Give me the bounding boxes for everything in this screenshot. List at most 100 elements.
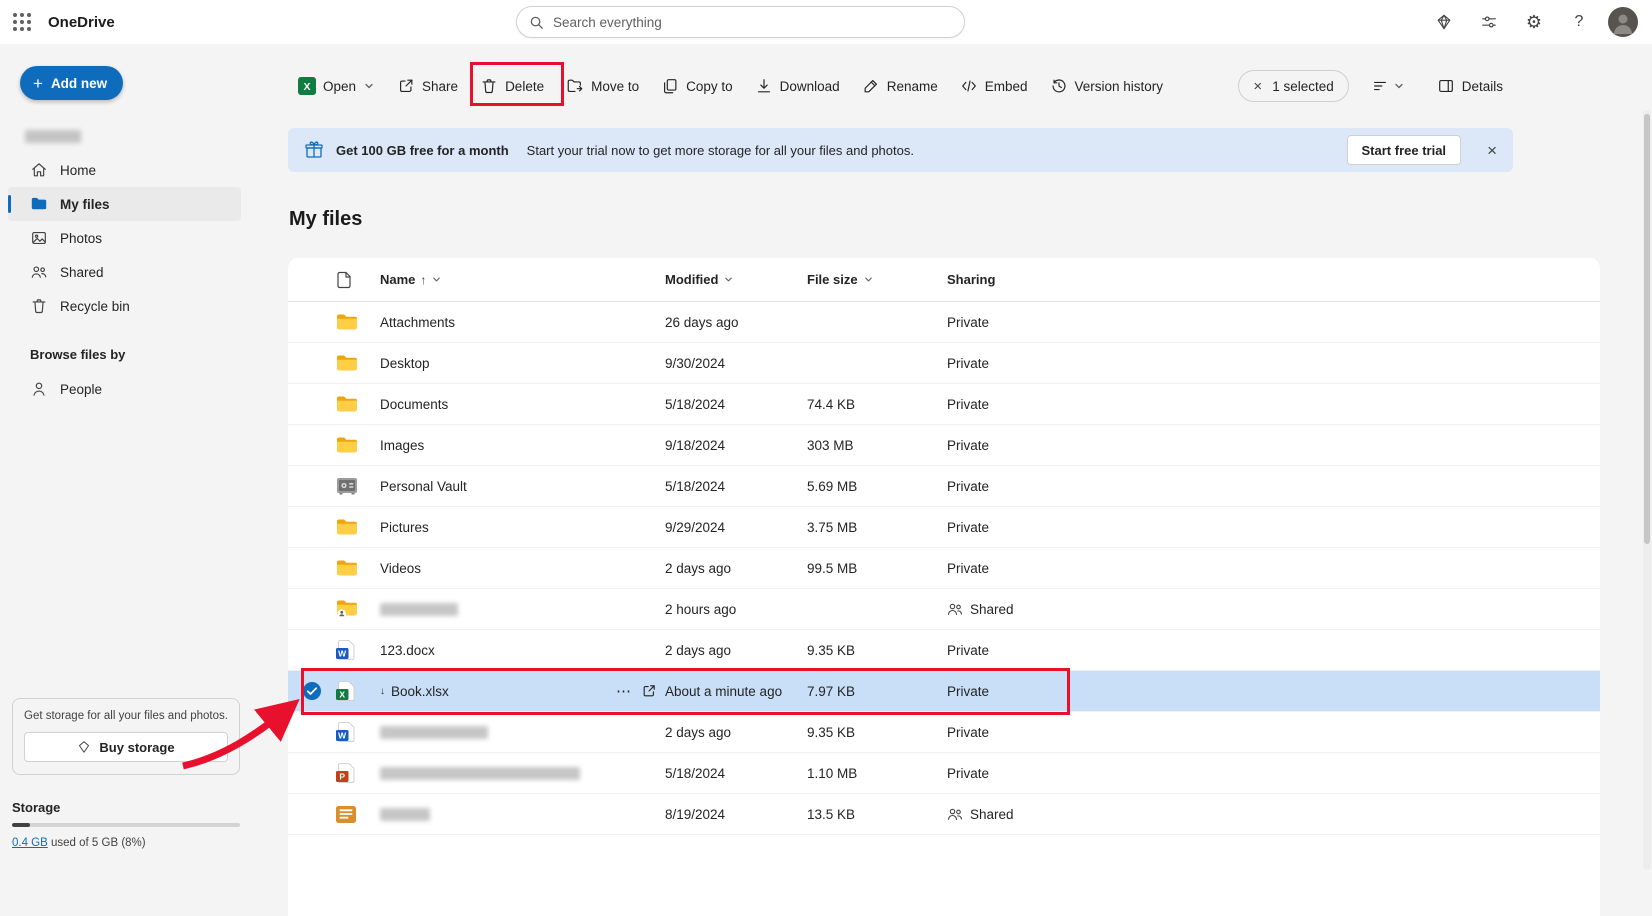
sharing-cell[interactable]: Private — [947, 643, 1600, 658]
file-name-cell[interactable]: Images — [380, 438, 665, 453]
table-row[interactable]: X ↓ Book.xlsx ⋯ About a minute ago 7.97 KB Pri… — [288, 671, 1600, 712]
trash-icon — [30, 297, 48, 315]
search-box[interactable] — [516, 6, 965, 38]
file-name-label: 123.docx — [380, 642, 435, 658]
column-header-file-size[interactable]: File size — [807, 272, 947, 287]
redacted-file-name — [380, 725, 488, 739]
row-checkbox[interactable] — [288, 681, 336, 701]
size-cell: 3.75 MB — [807, 519, 858, 535]
column-header-name[interactable]: Name ↑ — [380, 272, 442, 287]
table-row[interactable]: Pictures 9/29/2024 3.75 MB Private — [288, 507, 1600, 548]
modified-cell: 26 days ago — [665, 314, 739, 330]
file-name-cell[interactable] — [380, 725, 665, 739]
move-to-button[interactable]: Move to — [556, 66, 649, 106]
version-history-button[interactable]: Version history — [1040, 66, 1174, 106]
more-options-button[interactable]: ⋯ — [616, 684, 631, 699]
options-button[interactable] — [1473, 6, 1505, 38]
person-icon — [30, 380, 48, 398]
vertical-scrollbar[interactable] — [1643, 110, 1651, 870]
table-row[interactable]: 8/19/2024 13.5 KB Shared — [288, 794, 1600, 835]
gear-icon: ⚙ — [1525, 12, 1543, 32]
sharing-cell[interactable]: Shared — [947, 602, 1600, 617]
file-type-column-header[interactable] — [336, 271, 380, 289]
sort-view-button[interactable] — [1365, 66, 1411, 106]
banner-close-button[interactable]: × — [1487, 142, 1497, 159]
copy-to-button[interactable]: Copy to — [651, 66, 743, 106]
folder-icon — [336, 395, 380, 413]
sharing-cell[interactable]: Private — [947, 684, 1600, 699]
search-input[interactable] — [553, 14, 952, 30]
banner-subtitle: Start your trial now to get more storage… — [526, 142, 914, 158]
size-cell: 5.69 MB — [807, 478, 858, 494]
sharing-cell[interactable]: Private — [947, 315, 1600, 330]
app-launcher-button[interactable] — [0, 0, 44, 44]
word-icon: W — [336, 722, 380, 742]
clear-selection-button[interactable]: × 1 selected — [1238, 70, 1349, 102]
details-button[interactable]: Details — [1427, 66, 1513, 106]
file-name-cell[interactable]: Pictures — [380, 520, 665, 535]
sidebar-item-photos[interactable]: Photos — [8, 221, 241, 255]
file-name-cell[interactable]: Videos — [380, 561, 665, 576]
table-row[interactable]: W 2 days ago 9.35 KB Private — [288, 712, 1600, 753]
sidebar-item-recycle-bin[interactable]: Recycle bin — [8, 289, 241, 323]
table-row[interactable]: Attachments 26 days ago Private — [288, 302, 1600, 343]
sidebar-item-people[interactable]: People — [8, 372, 241, 406]
file-name-cell[interactable]: 123.docx — [380, 643, 665, 658]
premium-button[interactable] — [1428, 6, 1460, 38]
scrollbar-thumb[interactable] — [1644, 114, 1650, 544]
start-free-trial-button[interactable]: Start free trial — [1346, 135, 1462, 165]
table-row[interactable]: Videos 2 days ago 99.5 MB Private — [288, 548, 1600, 589]
file-name-cell[interactable]: Documents — [380, 397, 665, 412]
sidebar-item-shared[interactable]: Shared — [8, 255, 241, 289]
modified-cell: 9/29/2024 — [665, 519, 726, 535]
buy-storage-button[interactable]: Buy storage — [24, 732, 228, 762]
file-name-cell[interactable] — [380, 602, 665, 616]
file-name-cell[interactable]: Attachments — [380, 315, 665, 330]
storage-used-link[interactable]: 0.4 GB — [12, 837, 48, 849]
photos-icon — [30, 229, 48, 247]
column-header-sharing[interactable]: Sharing — [947, 272, 995, 287]
rename-button[interactable]: Rename — [852, 66, 948, 106]
sharing-cell[interactable]: Private — [947, 397, 1600, 412]
help-button[interactable]: ? — [1563, 6, 1595, 38]
file-name-cell[interactable] — [380, 807, 665, 821]
file-name-label: Pictures — [380, 519, 429, 535]
settings-button[interactable]: ⚙ — [1518, 6, 1550, 38]
folder-icon — [30, 195, 48, 213]
sharing-cell[interactable]: Private — [947, 479, 1600, 494]
sharing-cell[interactable]: Private — [947, 438, 1600, 453]
sharing-label: Private — [947, 314, 990, 330]
storage-meter — [12, 823, 240, 827]
size-cell: 1.10 MB — [807, 765, 858, 781]
embed-button[interactable]: Embed — [950, 66, 1038, 106]
table-row[interactable]: Personal Vault 5/18/2024 5.69 MB Private — [288, 466, 1600, 507]
sharing-cell[interactable]: Private — [947, 725, 1600, 740]
file-name-cell[interactable]: ↓ Book.xlsx ⋯ — [380, 683, 665, 699]
sharing-cell[interactable]: Private — [947, 520, 1600, 535]
account-avatar[interactable] — [1608, 7, 1638, 37]
table-row[interactable]: 2 hours ago Shared — [288, 589, 1600, 630]
file-name-cell[interactable]: Personal Vault — [380, 479, 665, 494]
table-row[interactable]: Images 9/18/2024 303 MB Private — [288, 425, 1600, 466]
sharing-cell[interactable]: Shared — [947, 807, 1600, 822]
sharing-cell[interactable]: Private — [947, 356, 1600, 371]
table-row[interactable]: Desktop 9/30/2024 Private — [288, 343, 1600, 384]
trash-icon — [480, 77, 498, 95]
sidebar-item-my-files[interactable]: My files — [8, 187, 241, 221]
sharing-cell[interactable]: Private — [947, 561, 1600, 576]
file-rows: Attachments 26 days ago Private Desktop 9/30… — [288, 302, 1600, 835]
add-new-button[interactable]: + Add new — [20, 66, 124, 100]
column-header-modified[interactable]: Modified — [665, 272, 807, 287]
share-button[interactable]: Share — [387, 66, 468, 106]
table-row[interactable]: P 5/18/2024 1.10 MB Private — [288, 753, 1600, 794]
download-button[interactable]: Download — [745, 66, 850, 106]
table-row[interactable]: Documents 5/18/2024 74.4 KB Private — [288, 384, 1600, 425]
open-button[interactable]: X Open — [288, 66, 385, 106]
sidebar-item-home[interactable]: Home — [8, 153, 241, 187]
file-name-cell[interactable] — [380, 766, 665, 780]
file-name-cell[interactable]: Desktop — [380, 356, 665, 371]
table-row[interactable]: W 123.docx 2 days ago 9.35 KB Private — [288, 630, 1600, 671]
sharing-cell[interactable]: Private — [947, 766, 1600, 781]
share-row-button[interactable] — [641, 683, 657, 699]
delete-button[interactable]: Delete — [470, 66, 554, 106]
